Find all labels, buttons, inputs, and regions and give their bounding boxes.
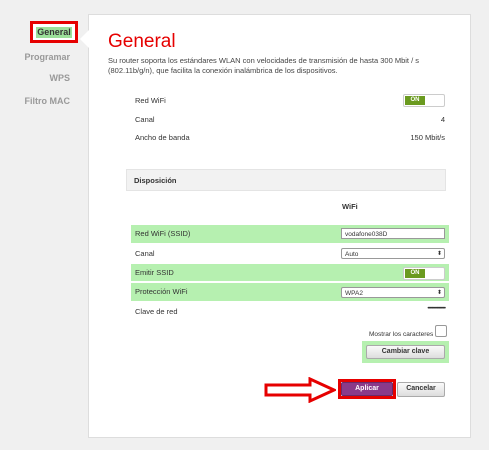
sidebar-item-label: General [36, 27, 72, 38]
cambiar-clave-button[interactable]: Cambiar clave [366, 345, 445, 359]
page-description: Su router soporta los estándares WLAN co… [108, 56, 419, 75]
canal-select-value: Auto [345, 251, 359, 258]
sidebar-item-wps[interactable]: WPS [49, 73, 70, 83]
canal-value: 4 [440, 115, 445, 124]
ssid-input[interactable]: vodafone038D [341, 228, 445, 239]
sidebar-item-filtro-mac[interactable]: Filtro MAC [25, 96, 71, 106]
page-title: General [108, 31, 176, 52]
emitir-ssid-toggle[interactable]: ON [403, 267, 445, 280]
wifi-column-header: WiFi [342, 202, 358, 211]
canal-label: Canal [135, 115, 155, 124]
ssid-label: Red WiFi (SSID) [135, 229, 191, 238]
clave-value: •••••••••••••••• [427, 306, 446, 312]
red-wifi-label: Red WiFi [135, 96, 166, 105]
apply-button[interactable]: Aplicar [341, 382, 393, 396]
annotation-arrow-icon [264, 377, 336, 403]
emitir-ssid-label: Emitir SSID [135, 268, 174, 277]
sidebar-item-programar[interactable]: Programar [24, 52, 70, 62]
cancel-button[interactable]: Cancelar [397, 382, 445, 397]
emitir-row-highlight [131, 264, 449, 281]
mostrar-caracteres-checkbox[interactable] [435, 325, 447, 337]
select-arrows-icon: ⬍ [436, 251, 442, 257]
disposicion-title: Disposición [134, 176, 177, 185]
toggle-on-label: ON [405, 96, 425, 105]
ancho-banda-label: Ancho de banda [135, 133, 190, 142]
toggle-on-label: ON [405, 269, 425, 278]
panel-pointer [80, 30, 89, 48]
sidebar-item-general[interactable]: General [30, 21, 78, 43]
ancho-banda-value: 150 Mbit/s [410, 133, 445, 142]
canal-select-label: Canal [135, 249, 155, 258]
clave-label: Clave de red [135, 307, 178, 316]
red-wifi-toggle[interactable]: ON [403, 94, 445, 107]
proteccion-label: Protección WiFi [135, 287, 188, 296]
proteccion-select[interactable]: WPA2 ⬍ [341, 287, 445, 298]
proteccion-select-value: WPA2 [345, 290, 363, 297]
mostrar-caracteres-label: Mostrar los caracteres [369, 331, 434, 338]
select-arrows-icon: ⬍ [436, 290, 442, 296]
canal-select[interactable]: Auto ⬍ [341, 248, 445, 259]
